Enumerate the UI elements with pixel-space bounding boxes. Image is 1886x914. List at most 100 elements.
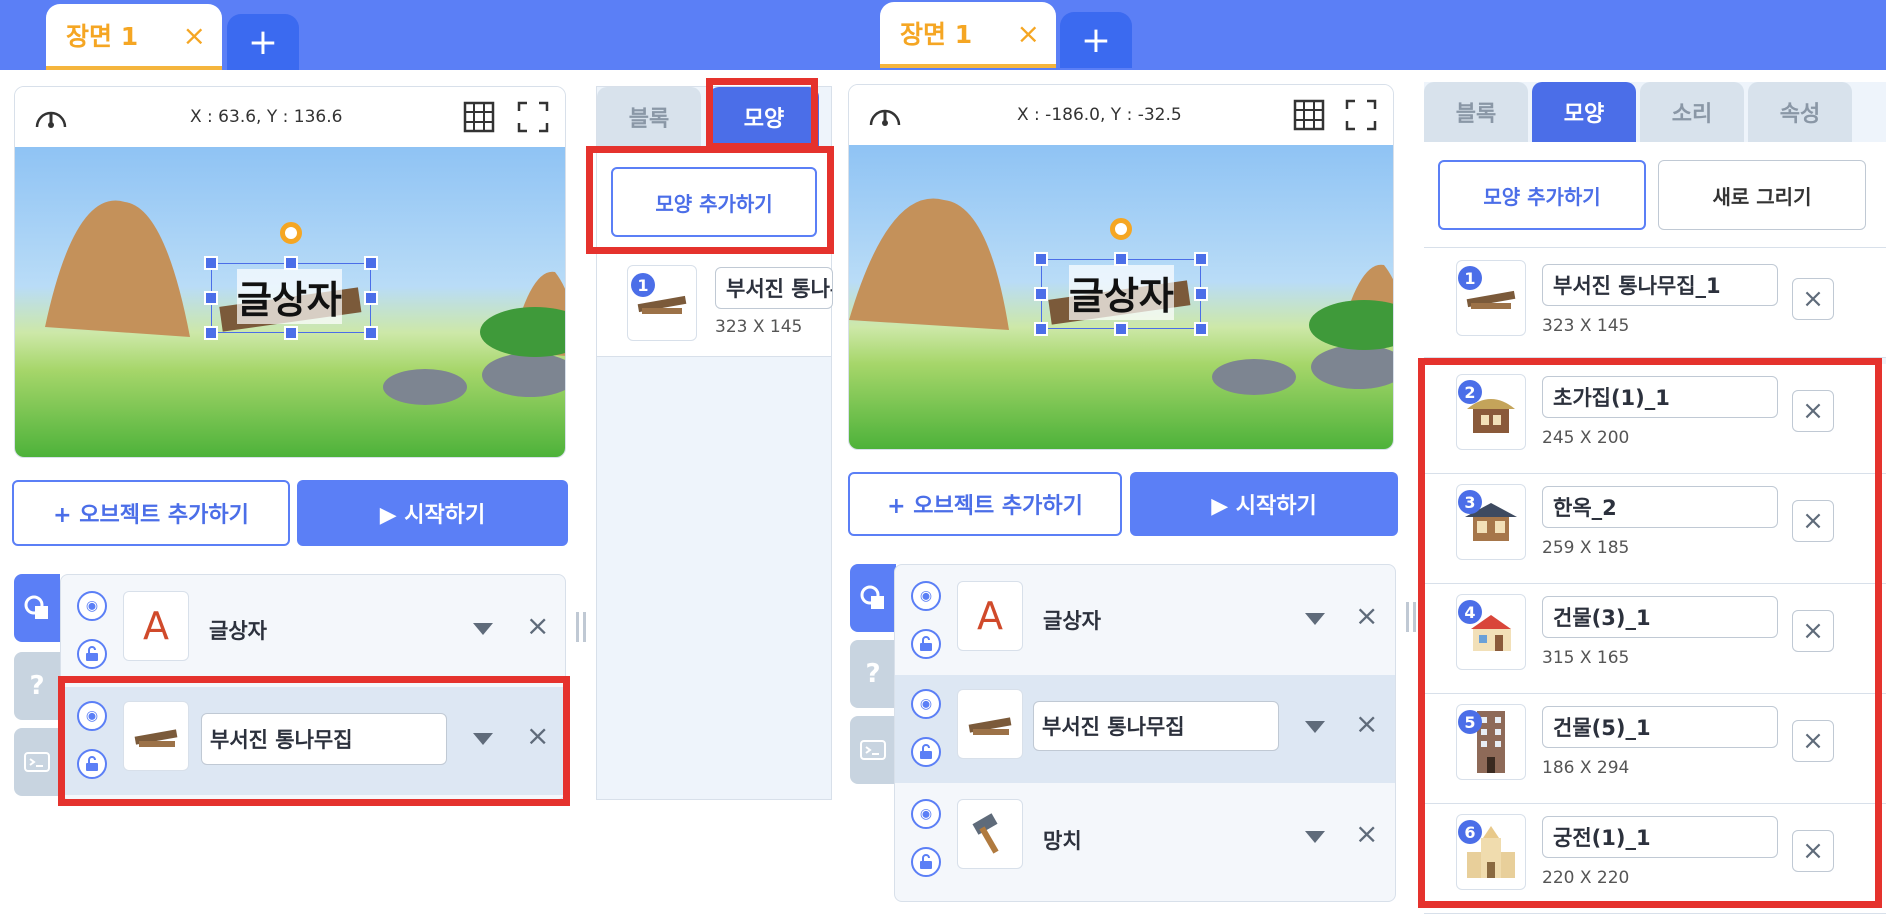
shapes-icon <box>860 585 884 609</box>
add-scene-button[interactable]: + <box>227 14 299 70</box>
scene-tab[interactable]: 장면 1 × <box>46 4 222 70</box>
panel-resizer[interactable] <box>576 612 586 642</box>
eye-icon[interactable]: ◉ <box>77 591 107 621</box>
grid-icon[interactable] <box>463 101 495 133</box>
resize-handle[interactable] <box>1194 252 1208 266</box>
resize-handle[interactable] <box>204 256 218 270</box>
start-button[interactable]: ▶ 시작하기 <box>1130 472 1398 536</box>
stage-header: X : -186.0, Y : -32.5 <box>849 85 1393 145</box>
resize-handle[interactable] <box>364 291 378 305</box>
object-row[interactable]: ◉ A 글상자 × <box>895 565 1395 673</box>
tab-blocks[interactable]: 블록 <box>597 87 701 147</box>
dropdown-icon[interactable] <box>473 623 493 635</box>
add-scene-button[interactable]: + <box>1060 12 1132 68</box>
lock-icon[interactable] <box>77 639 107 669</box>
shape-row[interactable]: 1 부서진 통나무집_1 323 X 145 × <box>1424 248 1886 358</box>
resize-handle[interactable] <box>1194 287 1208 301</box>
selection-box <box>1041 259 1201 329</box>
object-name-input[interactable]: 부서진 통나무집 <box>1033 701 1279 751</box>
resize-handle[interactable] <box>364 326 378 340</box>
add-shape-button[interactable]: 모양 추가하기 <box>1438 160 1646 230</box>
object-row[interactable]: ◉ A 글상자 × <box>61 575 565 683</box>
close-icon[interactable]: × <box>526 609 549 642</box>
resize-handle[interactable] <box>1034 322 1048 336</box>
highlight-box <box>58 676 570 806</box>
help-icon: ? <box>865 659 881 689</box>
shape-number-badge: 1 <box>1458 266 1482 290</box>
object-row-selected[interactable]: ◉ 부서진 통나무집 × <box>895 675 1395 783</box>
tab-blocks[interactable]: 블록 <box>1424 82 1528 142</box>
close-icon[interactable]: × <box>183 19 206 52</box>
object-tab[interactable] <box>14 574 60 642</box>
shape-size: 323 X 145 <box>1542 316 1630 336</box>
object-thumbnail <box>957 799 1023 869</box>
lock-icon[interactable] <box>911 847 941 877</box>
lock-icon[interactable] <box>911 737 941 767</box>
rotate-handle[interactable] <box>280 222 302 244</box>
resize-handle[interactable] <box>364 256 378 270</box>
dropdown-icon[interactable] <box>1305 831 1325 843</box>
close-icon[interactable]: × <box>1017 17 1040 50</box>
object-name[interactable]: 글상자 <box>201 615 267 645</box>
tab-sounds[interactable]: 소리 <box>1640 82 1744 142</box>
rotate-handle[interactable] <box>1110 218 1132 240</box>
resize-handle[interactable] <box>1194 322 1208 336</box>
shape-name-input[interactable]: 부서진 통나무집_1 <box>715 267 833 309</box>
close-icon[interactable]: × <box>1355 707 1378 740</box>
object-list: ◉ A 글상자 × ◉ 부서진 통나무집 × ◉ 망치 × <box>894 564 1396 902</box>
tab-properties[interactable]: 속성 <box>1748 82 1852 142</box>
resize-handle[interactable] <box>284 256 298 270</box>
shape-row[interactable]: 1 부서진 통나무집_1 323 X 145 <box>597 247 833 357</box>
help-tab[interactable]: ? <box>14 652 60 720</box>
object-name[interactable]: 글상자 <box>1035 605 1101 635</box>
new-draw-button[interactable]: 새로 그리기 <box>1658 160 1866 230</box>
shape-size: 323 X 145 <box>715 317 803 337</box>
highlight-box <box>706 78 818 150</box>
eye-icon[interactable]: ◉ <box>911 581 941 611</box>
scene-tab[interactable]: 장면 1 × <box>880 2 1056 68</box>
grid-icon[interactable] <box>1293 99 1325 131</box>
resize-handle[interactable] <box>1034 252 1048 266</box>
add-object-button[interactable]: + 오브젝트 추가하기 <box>12 480 290 546</box>
delete-shape-button[interactable]: × <box>1792 278 1834 320</box>
dropdown-icon[interactable] <box>1305 721 1325 733</box>
object-tab[interactable] <box>850 564 896 632</box>
dropdown-icon[interactable] <box>1305 613 1325 625</box>
start-button[interactable]: ▶ 시작하기 <box>297 480 568 546</box>
resize-handle[interactable] <box>1034 287 1048 301</box>
resize-handle[interactable] <box>1114 322 1128 336</box>
help-tab[interactable]: ? <box>850 640 896 708</box>
resize-handle[interactable] <box>204 291 218 305</box>
object-thumbnail: A <box>123 591 189 661</box>
fullscreen-icon[interactable] <box>1345 99 1377 131</box>
resize-handle[interactable] <box>284 326 298 340</box>
highlight-box <box>1418 358 1882 908</box>
resize-handle[interactable] <box>1114 252 1128 266</box>
terminal-icon <box>24 752 50 772</box>
coordinate-readout: X : 63.6, Y : 136.6 <box>190 107 343 127</box>
scene-tab-label: 장면 1 <box>66 22 139 51</box>
stage-panel: X : -186.0, Y : -32.5 글상자 <box>848 84 1394 450</box>
object-thumbnail: A <box>957 581 1023 651</box>
speed-gauge-icon[interactable] <box>33 101 69 133</box>
object-row[interactable]: ◉ 망치 × <box>895 785 1395 893</box>
close-icon[interactable]: × <box>1355 817 1378 850</box>
console-tab[interactable] <box>850 716 896 784</box>
panel-resizer[interactable] <box>1406 602 1416 632</box>
shapes-icon <box>24 595 48 619</box>
add-object-button[interactable]: + 오브젝트 추가하기 <box>848 472 1122 536</box>
fullscreen-icon[interactable] <box>517 101 549 133</box>
console-tab[interactable] <box>14 728 60 796</box>
tab-shapes[interactable]: 모양 <box>1532 82 1636 142</box>
stage-canvas[interactable]: 글상자 <box>15 147 565 457</box>
resize-handle[interactable] <box>204 326 218 340</box>
eye-icon[interactable]: ◉ <box>911 689 941 719</box>
speed-gauge-icon[interactable] <box>867 99 903 131</box>
close-icon[interactable]: × <box>1355 599 1378 632</box>
log-cabin-image <box>968 717 1012 735</box>
lock-icon[interactable] <box>911 629 941 659</box>
object-name[interactable]: 망치 <box>1035 825 1082 855</box>
shape-name-input[interactable]: 부서진 통나무집_1 <box>1542 264 1778 306</box>
stage-canvas[interactable]: 글상자 <box>849 145 1393 449</box>
eye-icon[interactable]: ◉ <box>911 799 941 829</box>
